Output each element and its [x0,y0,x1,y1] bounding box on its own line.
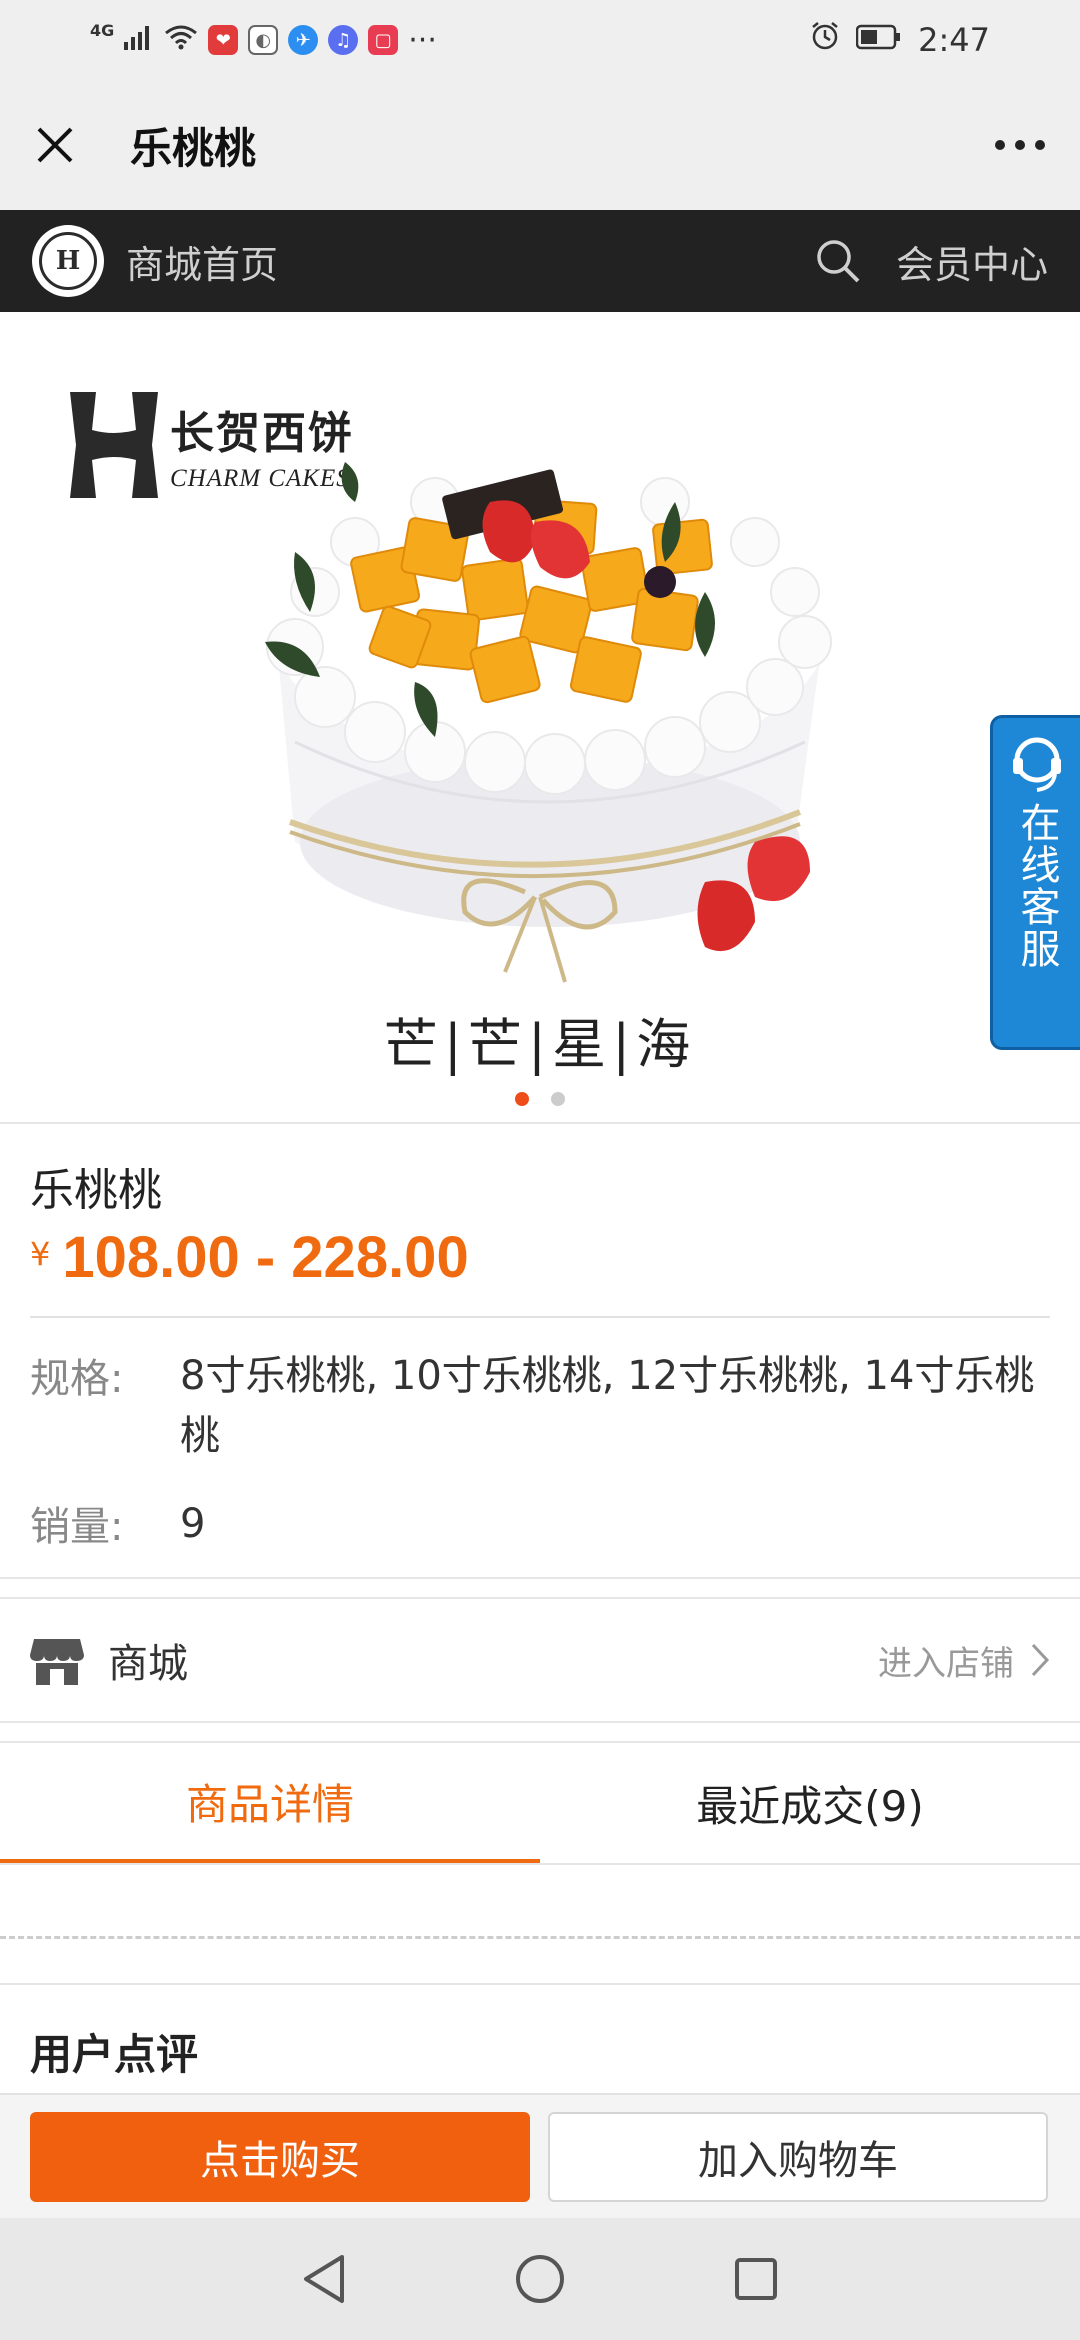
site-nav: H 商城首页 会员中心 [0,210,1080,312]
section-divider [0,1577,1080,1579]
buy-now-button[interactable]: 点击购买 [30,2111,530,2202]
product-price: ¥ 108.00 - 228.00 [30,1224,469,1291]
back-triangle-icon [304,2255,344,2303]
sales-label: 销量: [30,1504,124,1550]
more-button[interactable] [990,120,1050,170]
reviews-section: 用户点评 [0,1983,1080,2093]
tab-recent-deals[interactable]: 最近成交(9) [540,1743,1080,1863]
more-notifications: ··· [408,22,437,58]
app-notification-icon-2: ✈ [288,25,319,55]
image-caption: 芒|芒|星|海 [383,1013,697,1076]
add-to-cart-button[interactable]: 加入购物车 [548,2111,1048,2202]
alarm-icon [810,21,840,59]
brand-h-mark-icon [66,390,162,500]
currency-symbol: ¥ [30,1235,51,1273]
tab-product-details[interactable]: 商品详情 [0,1743,540,1863]
carousel-dot-2[interactable] [551,1092,565,1106]
signal-icon [124,23,154,58]
shop-name: 商城 [108,1641,188,1687]
carousel-dot-1[interactable] [515,1092,529,1106]
spec-label: 规格: [30,1356,124,1402]
site-logo[interactable]: H [32,225,104,297]
search-icon [817,240,860,283]
detail-tabs: 商品详情 最近成交(9) [0,1741,1080,1865]
cake-image [235,442,875,1002]
status-bar: 4G ❤ ◐ ✈ ♫ ▢ ··· 2:47 [0,0,1080,80]
dashed-divider [0,1936,1080,1939]
shop-row[interactable]: 商城 进入店铺 [0,1597,1080,1723]
back-button[interactable] [296,2251,352,2307]
headset-icon [1012,737,1061,792]
music-notification-icon: ♫ [328,25,359,55]
network-type: 4G [90,20,115,40]
page-title: 乐桃桃 [130,123,257,173]
member-center-link[interactable]: 会员中心 [896,234,1048,289]
carousel-indicators [0,1092,1080,1106]
webview-header: 乐桃桃 [0,80,1080,210]
recents-button[interactable] [728,2251,784,2307]
home-link[interactable]: 商城首页 [126,234,278,289]
close-button[interactable] [30,120,80,170]
reviews-title: 用户点评 [30,2030,199,2079]
store-icon [30,1639,84,1685]
home-button[interactable] [512,2251,568,2307]
sales-value: 9 [180,1501,206,1547]
price-range: 108.00 - 228.00 [62,1225,469,1290]
home-circle-icon [516,2255,564,2303]
status-left: 4G ❤ ◐ ✈ ♫ ▢ ··· [90,20,437,58]
search-button[interactable] [810,233,866,289]
close-icon [37,127,73,163]
service-label: 在线客服 [1013,802,1060,970]
clock: 2:47 [918,21,990,59]
more-icon [995,140,1045,150]
status-right: 2:47 [810,21,990,59]
battery-icon [855,23,902,58]
app-notification-icon-3: ▢ [368,25,399,55]
bottom-action-bar: 点击购买 加入购物车 [0,2093,1080,2218]
product-name: 乐桃桃 [30,1165,162,1216]
app-notification-icon: ❤ [208,25,239,55]
system-nav-bar [0,2218,1080,2340]
chevron-right-icon [1031,1643,1050,1677]
product-info: 乐桃桃 ¥ 108.00 - 228.00 规格: 8寸乐桃桃, 10寸乐桃桃,… [0,1122,1080,1577]
browser-notification-icon: ◐ [248,25,279,55]
wifi-icon [164,23,198,58]
online-service-button[interactable]: 在线客服 [990,715,1080,1050]
enter-shop-link[interactable]: 进入店铺 [878,1636,1014,1685]
spec-value: 8寸乐桃桃, 10寸乐桃桃, 12寸乐桃桃, 14寸乐桃桃 [180,1353,1035,1459]
logo-letter: H [39,232,97,290]
divider [30,1316,1050,1318]
recents-square-icon [735,2258,777,2300]
product-image-carousel[interactable]: 长贺西饼 CHARM CAKES 芒|芒|星|海 [0,312,1080,1122]
